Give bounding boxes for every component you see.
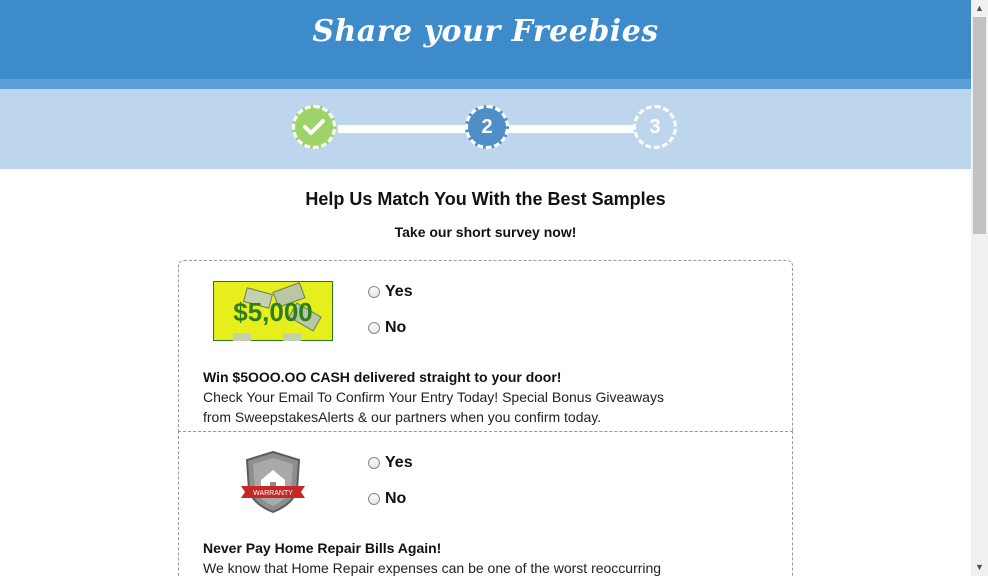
- scroll-down-arrow-icon[interactable]: ▼: [971, 559, 988, 576]
- offer-description: Check Your Email To Confirm Your Entry T…: [203, 387, 693, 427]
- offer-card: $5,000 Yes No Win $5OOO.OO CASH delivere…: [178, 260, 793, 432]
- yes-radio[interactable]: [368, 286, 380, 298]
- header-divider: [0, 79, 971, 89]
- offer-description-line: from SweepstakesAlerts & our partners wh…: [203, 409, 602, 425]
- yes-radio[interactable]: [368, 457, 380, 469]
- home-warranty-shield-image: WARRANTY: [241, 450, 305, 514]
- progress-connector-2: [508, 125, 636, 133]
- step-1-complete: [292, 105, 336, 149]
- page-heading: Help Us Match You With the Best Samples: [305, 189, 666, 209]
- progress-tracker: 2 3: [0, 89, 971, 169]
- offer-title: Win $5OOO.OO CASH delivered straight to …: [203, 369, 562, 385]
- offer-description: We know that Home Repair expenses can be…: [203, 558, 693, 576]
- no-label: No: [385, 490, 407, 507]
- scrollbar-thumb[interactable]: [973, 17, 986, 234]
- prize-amount-text: $5,000: [233, 297, 313, 327]
- header: Share your Freebies: [0, 0, 971, 79]
- offer-description-line: We know that Home Repair expenses can be…: [203, 560, 662, 576]
- step-number: 2: [481, 115, 493, 138]
- warranty-text: WARRANTY: [253, 490, 293, 497]
- no-radio[interactable]: [368, 493, 380, 505]
- no-radio[interactable]: [368, 322, 380, 334]
- offer-2-yes-option[interactable]: Yes: [368, 454, 413, 472]
- page-subheading: Take our short survey now!: [394, 224, 577, 240]
- offer-card: WARRANTY Yes No Never Pay Home Repair Bi…: [178, 431, 793, 576]
- progress-connector-1: [338, 125, 468, 133]
- scroll-up-arrow-icon[interactable]: ▲: [971, 0, 988, 17]
- offer-1-yes-option[interactable]: Yes: [368, 283, 413, 301]
- offer-2-no-option[interactable]: No: [368, 490, 406, 508]
- step-2-current: 2: [465, 105, 509, 149]
- page: Share your Freebies 2 3 Help Us Match Yo…: [0, 0, 971, 576]
- yes-label: Yes: [385, 283, 413, 300]
- offer-1-no-option[interactable]: No: [368, 319, 406, 337]
- site-title: Share your Freebies: [312, 14, 659, 49]
- no-label: No: [385, 319, 407, 336]
- step-3-pending: 3: [633, 105, 677, 149]
- checkmark-icon: [303, 119, 325, 135]
- offer-description-line: Check Your Email To Confirm Your Entry T…: [203, 389, 664, 405]
- step-number: 3: [649, 115, 661, 138]
- cash-prize-image: $5,000: [213, 281, 333, 341]
- offer-title: Never Pay Home Repair Bills Again!: [203, 540, 442, 556]
- yes-label: Yes: [385, 454, 413, 471]
- vertical-scrollbar[interactable]: ▲ ▼: [971, 0, 988, 576]
